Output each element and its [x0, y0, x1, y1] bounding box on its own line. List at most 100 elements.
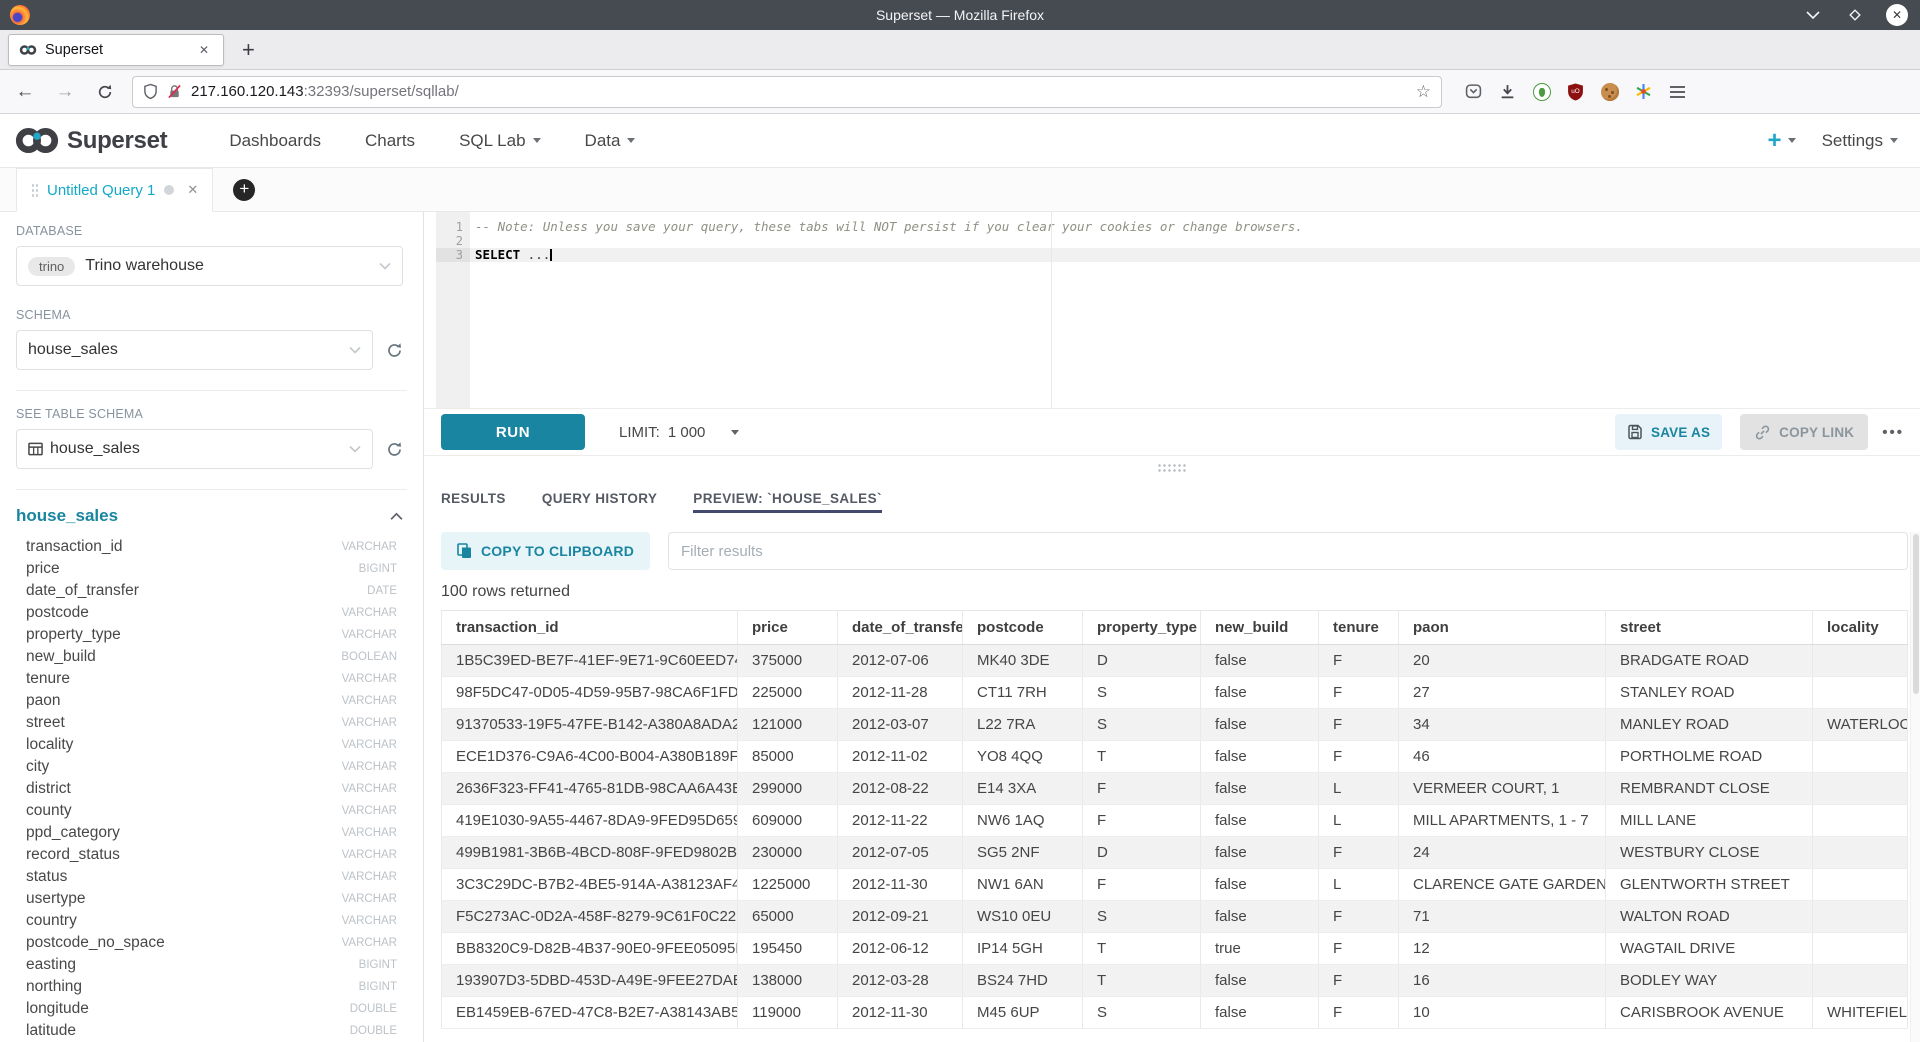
svg-text:uO: uO	[1571, 88, 1580, 95]
limit-dropdown[interactable]: LIMIT: 1 000	[619, 424, 739, 441]
schema-column-row[interactable]: priceBIGINT	[16, 558, 403, 580]
save-as-button[interactable]: SAVE AS	[1615, 414, 1722, 450]
results-tab-preview-house-sales[interactable]: PREVIEW: `HOUSE_SALES`	[693, 478, 882, 518]
column-type: VARCHAR	[342, 893, 397, 905]
more-actions-button[interactable]: •••	[1882, 424, 1904, 441]
table-cell: BS24 7HD	[963, 965, 1083, 997]
table-cell: false	[1201, 837, 1319, 869]
schema-column-row[interactable]: northingBIGINT	[16, 976, 403, 998]
database-select[interactable]: trino Trino warehouse	[16, 246, 403, 286]
window-close-icon[interactable]: ✕	[1886, 4, 1908, 26]
nav-item-sql-lab[interactable]: SQL Lab	[459, 131, 540, 151]
schema-column-row[interactable]: longitudeDOUBLE	[16, 998, 403, 1020]
colorful-asterisk-extension-icon[interactable]	[1634, 82, 1653, 101]
new-tab-button[interactable]: +	[242, 40, 255, 60]
schema-column-row[interactable]: eastingBIGINT	[16, 954, 403, 976]
pocket-icon[interactable]	[1464, 82, 1483, 101]
column-type: VARCHAR	[342, 695, 397, 707]
drag-grip-icon[interactable]	[31, 183, 38, 198]
column-name: tenure	[26, 670, 342, 688]
downloads-icon[interactable]	[1498, 82, 1517, 101]
schema-column-row[interactable]: ppd_categoryVARCHAR	[16, 822, 403, 844]
schema-column-row[interactable]: paonVARCHAR	[16, 690, 403, 712]
table-schema-label: SEE TABLE SCHEMA	[16, 407, 403, 421]
table-cell: 195450	[738, 933, 838, 965]
sql-editor[interactable]: 123 -- Note: Unless you save your query,…	[424, 212, 1920, 408]
schema-column-row[interactable]: countyVARCHAR	[16, 800, 403, 822]
superset-logo[interactable]: Superset	[15, 127, 167, 155]
schema-column-row[interactable]: tenureVARCHAR	[16, 668, 403, 690]
schema-column-row[interactable]: record_statusVARCHAR	[16, 844, 403, 866]
copy-link-button[interactable]: COPY LINK	[1740, 414, 1868, 450]
results-tab-query-history[interactable]: QUERY HISTORY	[542, 478, 657, 518]
privacy-badger-icon[interactable]	[1532, 82, 1551, 101]
column-header[interactable]: transaction_id	[442, 611, 738, 645]
back-icon[interactable]: ←	[10, 77, 40, 107]
column-header[interactable]: new_build	[1201, 611, 1319, 645]
bookmark-star-icon[interactable]: ☆	[1416, 83, 1431, 100]
schema-column-row[interactable]: countryVARCHAR	[16, 910, 403, 932]
add-query-tab-button[interactable]: +	[233, 179, 255, 201]
column-header[interactable]: locality	[1813, 611, 1908, 645]
schema-column-row[interactable]: districtVARCHAR	[16, 778, 403, 800]
query-tab-close-icon[interactable]: ✕	[187, 182, 198, 198]
schema-column-row[interactable]: postcodeVARCHAR	[16, 602, 403, 624]
table-cell: PORTHOLME ROAD	[1606, 741, 1813, 773]
schema-column-row[interactable]: new_buildBOOLEAN	[16, 646, 403, 668]
run-button[interactable]: RUN	[441, 414, 585, 450]
schema-column-row[interactable]: postcode_no_spaceVARCHAR	[16, 932, 403, 954]
refresh-table-icon[interactable]	[386, 441, 403, 458]
filter-results-input[interactable]	[668, 532, 1908, 570]
column-header[interactable]: price	[738, 611, 838, 645]
column-header[interactable]: postcode	[963, 611, 1083, 645]
nav-item-charts[interactable]: Charts	[365, 131, 415, 151]
pane-resizer[interactable]	[424, 456, 1920, 478]
table-cell: MANLEY ROAD	[1606, 709, 1813, 741]
schema-column-row[interactable]: transaction_idVARCHAR	[16, 536, 403, 558]
results-table-container[interactable]: transaction_idpricedate_of_transferpostc…	[441, 610, 1908, 1042]
schema-column-row[interactable]: statusVARCHAR	[16, 866, 403, 888]
schema-column-row[interactable]: localityVARCHAR	[16, 734, 403, 756]
copy-to-clipboard-button[interactable]: COPY TO CLIPBOARD	[441, 532, 650, 570]
results-scrollbar[interactable]	[1910, 532, 1920, 1042]
chevron-down-icon	[533, 138, 541, 143]
refresh-schema-icon[interactable]	[386, 342, 403, 359]
schema-column-row[interactable]: usertypeVARCHAR	[16, 888, 403, 910]
column-header[interactable]: date_of_transfer	[838, 611, 963, 645]
query-tab[interactable]: Untitled Query 1 ✕	[16, 168, 213, 212]
schema-column-row[interactable]: property_typeVARCHAR	[16, 624, 403, 646]
column-header[interactable]: paon	[1399, 611, 1606, 645]
tab-close-icon[interactable]: ✕	[195, 41, 213, 59]
schema-select[interactable]: house_sales	[16, 330, 373, 370]
chevron-up-icon[interactable]	[390, 512, 403, 521]
schema-column-row[interactable]: date_of_transferDATE	[16, 580, 403, 602]
table-cell: CLARENCE GATE GARDENS	[1399, 869, 1606, 901]
url-bar[interactable]: 217.160.120.143:32393/superset/sqllab/ ☆	[132, 76, 1442, 108]
shield-icon[interactable]	[143, 83, 158, 100]
cookie-extension-icon[interactable]	[1600, 82, 1619, 101]
window-maximize-icon[interactable]	[1844, 4, 1866, 26]
browser-tab[interactable]: Superset ✕	[8, 34, 224, 66]
column-header[interactable]: street	[1606, 611, 1813, 645]
insecure-lock-icon[interactable]	[167, 83, 182, 100]
table-cell: WALTON ROAD	[1606, 901, 1813, 933]
table-cell: false	[1201, 677, 1319, 709]
table-select[interactable]: house_sales	[16, 429, 373, 469]
column-header[interactable]: tenure	[1319, 611, 1399, 645]
window-minimize-icon[interactable]	[1802, 4, 1824, 26]
reload-icon[interactable]	[90, 77, 120, 107]
nav-add-button[interactable]: +	[1768, 127, 1796, 155]
forward-icon[interactable]: →	[50, 77, 80, 107]
nav-item-data[interactable]: Data	[585, 131, 636, 151]
nav-settings-menu[interactable]: Settings	[1822, 131, 1898, 151]
ublock-icon[interactable]: uO	[1566, 82, 1585, 101]
schema-column-row[interactable]: cityVARCHAR	[16, 756, 403, 778]
column-header[interactable]: property_type	[1083, 611, 1201, 645]
nav-item-dashboards[interactable]: Dashboards	[229, 131, 321, 151]
scrollbar-thumb[interactable]	[1913, 534, 1919, 694]
menu-icon[interactable]	[1668, 82, 1687, 101]
schema-column-row[interactable]: streetVARCHAR	[16, 712, 403, 734]
database-engine-badge: trino	[28, 257, 75, 276]
schema-column-row[interactable]: latitudeDOUBLE	[16, 1020, 403, 1042]
results-tab-results[interactable]: RESULTS	[441, 478, 506, 518]
